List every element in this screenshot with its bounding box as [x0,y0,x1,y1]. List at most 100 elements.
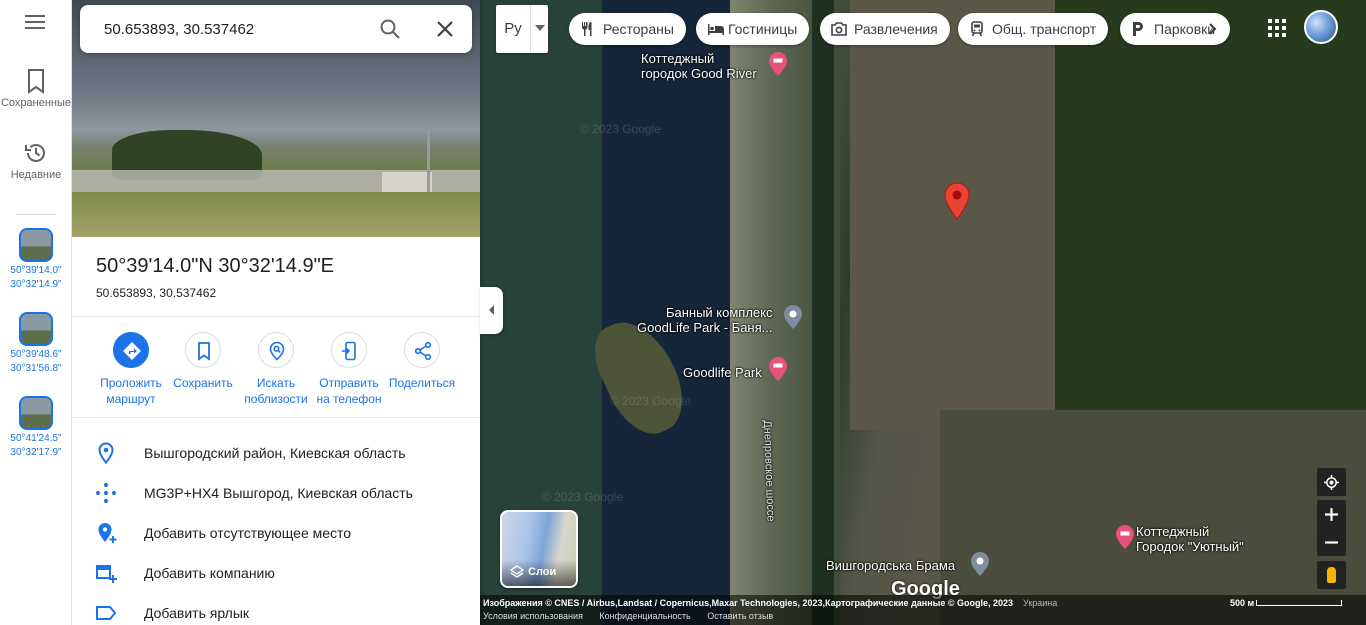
left-rail: Сохраненные Недавние 50°39'14.0" 30°32'1… [0,0,72,625]
account-avatar[interactable] [1304,10,1338,44]
poi-goodlife-park[interactable]: Goodlife Park [683,365,762,380]
place-panel: 50°39'14.0"N 30°32'14.9"E 50.653893, 30.… [72,0,480,625]
recent-place-item[interactable]: 50°41'24.5" 30°32'17.9" [0,396,72,460]
close-icon[interactable] [433,17,457,41]
town-area [940,410,1366,625]
share-button[interactable]: Поделиться [383,332,461,391]
search-box [80,5,472,53]
plus-code-icon [96,483,116,503]
collapse-panel-button[interactable] [480,287,503,334]
add-label-row[interactable]: Добавить ярлык [72,593,480,625]
photo-grass [72,192,480,237]
search-input[interactable] [104,17,364,41]
directions-icon [123,342,141,360]
chip-parking-label: Парковки [1154,21,1216,37]
poi-uyutny[interactable]: Коттеджный Городок "Уютный" [1136,524,1244,554]
terms-link[interactable]: Условия использования [483,611,583,621]
layers-label: Слои [528,566,557,578]
address-row[interactable]: Вышгородский район, Киевская область [72,433,480,473]
saved-button[interactable]: Сохраненные [0,68,72,109]
plus-code-row[interactable]: MG3P+HX4 Вышгород, Киевская область [72,473,480,513]
add-business-icon [96,565,117,583]
map-watermark: © 2023 Google [580,122,661,136]
place-pin-icon[interactable] [971,552,989,576]
chip-transit[interactable]: Общ. транспорт [958,13,1109,45]
add-missing-place-row[interactable]: Добавить отсутствующее место [72,513,480,553]
send-to-phone-button[interactable]: Отправить на телефон [310,332,388,407]
chip-entertainment-label: Развлечения [854,21,938,37]
chip-parking[interactable]: Парковки [1120,13,1230,45]
search-icon[interactable] [378,17,402,41]
send-to-phone-label-1: Отправить [319,376,379,390]
restaurant-icon [582,22,592,36]
recent-place-lng: 30°32'17.9" [10,447,62,458]
country-label[interactable]: Украина [1023,598,1057,608]
directions-label: Проложить маршрут [92,375,170,407]
recent-place-item[interactable]: 50°39'14.0" 30°32'14.9" [0,228,72,292]
chip-hotels[interactable]: Гостиницы [696,13,810,45]
scale-label[interactable]: 500 м [1230,598,1254,608]
saved-label: Сохраненные [0,97,72,109]
language-button[interactable]: Ру [496,5,530,53]
nearby-label: Искать поблизости [237,375,315,407]
history-icon [25,144,45,162]
save-button[interactable]: Сохранить [164,332,242,391]
place-title: 50°39'14.0"N 30°32'14.9"E [96,255,335,277]
chip-restaurants[interactable]: Рестораны [569,13,686,45]
nearby-button[interactable]: Искать поблизости [237,332,315,407]
send-to-phone-circle [331,332,367,368]
recent-place-lat: 50°39'48.6" [10,349,62,360]
poi-vyshhorod-brama[interactable]: Вишгородська Брама [826,558,955,573]
add-business-text: Добавить компанию [144,565,275,581]
recent-place-lat: 50°39'14.0" [10,265,62,276]
hotel-pin-icon[interactable] [769,357,787,381]
recent-place-item[interactable]: 50°39'48.6" 30°31'56.8" [0,312,72,376]
map-attribution-bar: Изображения © CNES / Airbus,Landsat / Co… [480,595,1366,625]
directions-button[interactable]: Проложить маршрут [92,332,170,407]
directions-circle [113,332,149,368]
apps-grid-icon[interactable] [1265,16,1289,40]
hotel-pin-icon[interactable] [769,52,787,76]
label-icon [96,606,117,620]
menu-button[interactable] [0,14,72,44]
tram-icon [971,21,983,37]
poi-bath-line2: GoodLife Park - Баня... [637,320,773,335]
phone-send-icon [342,341,356,361]
my-location-button[interactable] [1317,468,1346,496]
nearby-search-icon [269,341,285,361]
divider [72,417,480,418]
save-label: Сохранить [173,376,233,390]
privacy-link[interactable]: Конфиденциальность [599,611,690,621]
layers-button[interactable]: Слои [500,510,578,588]
zoom-in-button[interactable] [1317,500,1346,528]
satellite-map[interactable]: © 2023 Google © 2023 Google © 2023 Googl… [480,0,1366,625]
recent-button[interactable]: Недавние [0,140,72,181]
hotel-icon [708,24,724,35]
language-dropdown[interactable] [530,5,548,53]
add-location-icon [98,523,117,543]
menu-icon [25,15,45,29]
chip-entertainment[interactable]: Развлечения [820,13,950,45]
add-missing-place-text: Добавить отсутствующее место [144,525,352,541]
chip-restaurants-label: Рестораны [603,21,674,37]
feedback-link[interactable]: Оставить отзыв [707,611,773,621]
poi-bath-line1: Банный комплекс [665,305,773,320]
poi-bath-complex[interactable]: Банный комплекс GoodLife Park - Баня... [637,305,772,335]
poi-good-river[interactable]: Коттеджный городок Good River [641,51,757,81]
place-pin-icon[interactable] [784,305,802,329]
street-view-pegman[interactable] [1317,561,1346,589]
map-watermark: © 2023 Google [610,394,691,408]
send-to-phone-label-2: на телефон [316,392,382,406]
chevron-right-icon[interactable] [1208,23,1218,35]
nearby-label-2: поблизости [244,392,308,406]
bookmark-icon [198,342,210,361]
save-circle [185,332,221,368]
hotel-pin-icon[interactable] [1116,525,1134,549]
dropped-pin-icon[interactable] [943,182,971,220]
zoom-out-button[interactable] [1317,528,1346,556]
poi-uyutny-line1: Коттеджный [1136,524,1210,539]
add-business-row[interactable]: Добавить компанию [72,553,480,593]
attribution-line: Изображения © CNES / Airbus,Landsat / Co… [483,598,1057,608]
rail-divider [16,214,56,215]
recent-place-thumbnail [19,396,53,430]
